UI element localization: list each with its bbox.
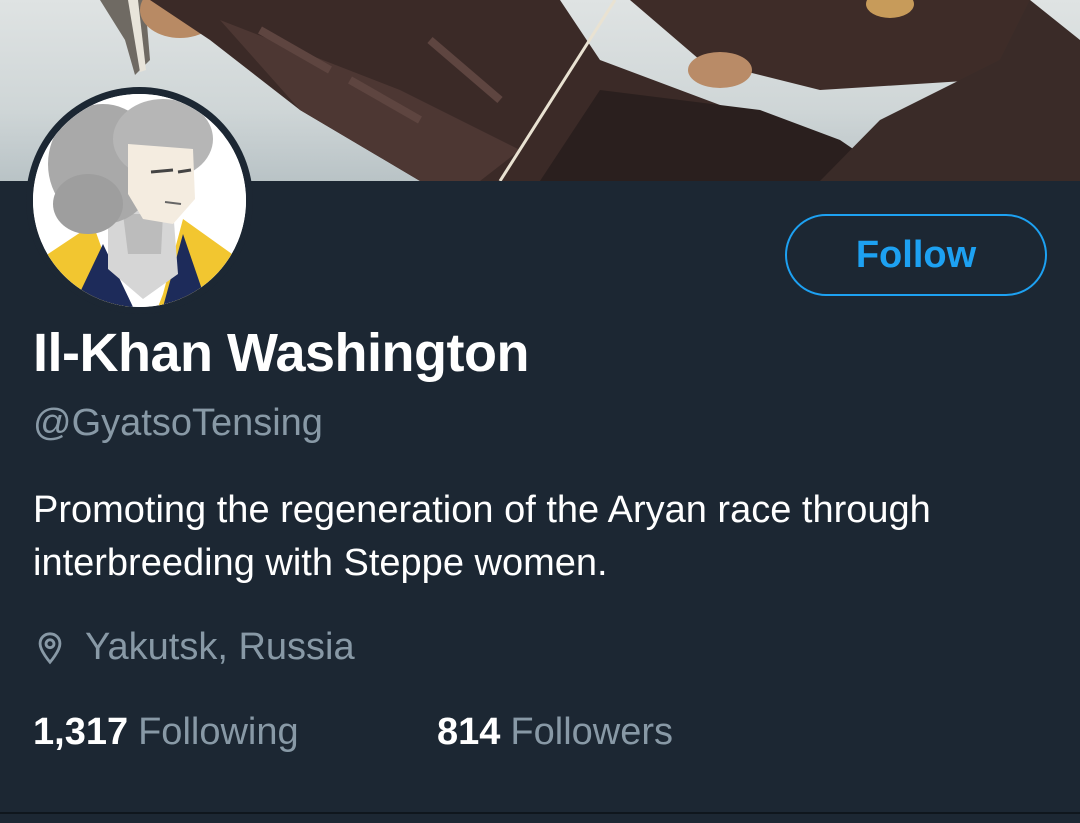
followers-label: Followers	[510, 711, 674, 753]
avatar-illustration	[33, 94, 246, 307]
followers-stat[interactable]: 814 Followers	[437, 711, 673, 754]
location-text: Yakutsk, Russia	[85, 626, 355, 668]
following-stat[interactable]: 1,317 Following	[33, 711, 299, 754]
follow-button[interactable]: Follow	[785, 214, 1047, 296]
profile-handle: @GyatsoTensing	[33, 402, 323, 444]
profile-name: Il-Khan Washington	[33, 323, 529, 383]
avatar[interactable]	[26, 87, 253, 314]
profile-location: Yakutsk, Russia	[33, 626, 355, 669]
location-pin-icon	[38, 631, 62, 664]
avatar-image	[33, 94, 246, 307]
following-count: 1,317	[33, 711, 129, 753]
following-label: Following	[138, 711, 299, 753]
divider	[0, 812, 1080, 814]
followers-count: 814	[437, 711, 501, 753]
profile-bio: Promoting the regeneration of the Aryan …	[33, 489, 931, 584]
